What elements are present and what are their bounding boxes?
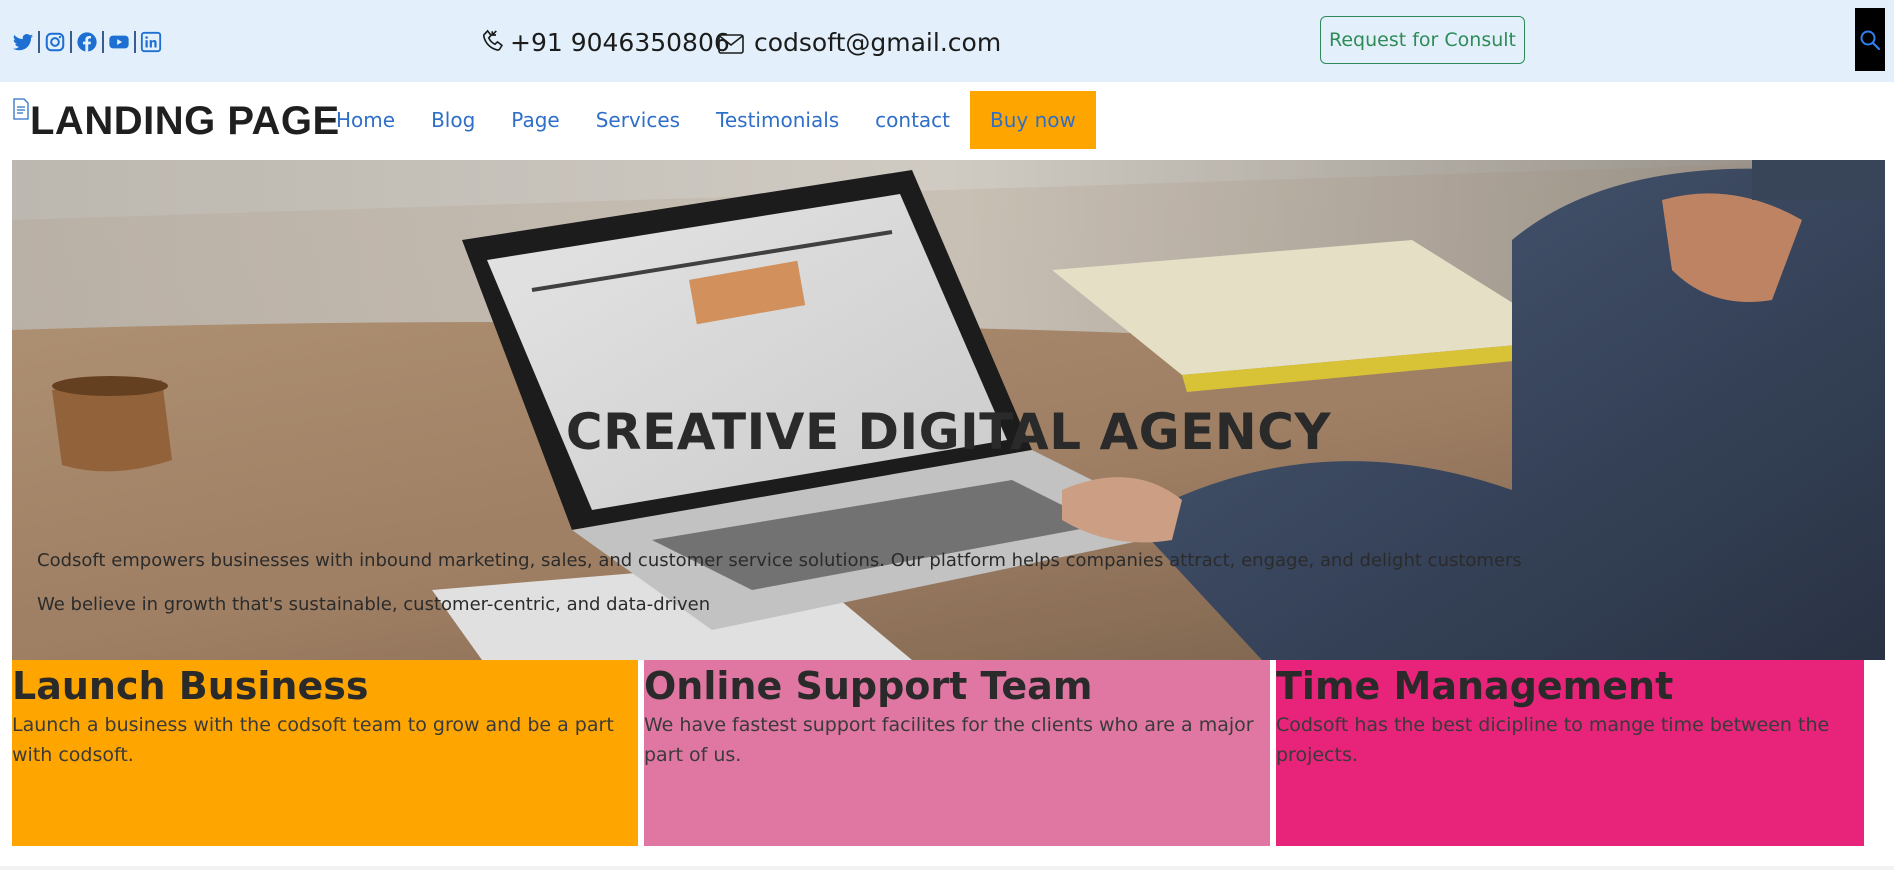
phone-icon <box>482 29 504 51</box>
divider <box>102 31 104 53</box>
request-consult-button[interactable]: Request for Consult <box>1320 16 1525 64</box>
hero-tagline: We believe in growth that's sustainable,… <box>37 594 711 615</box>
feature-card-online-support: Online Support Team We have fastest supp… <box>644 660 1270 846</box>
feature-card-time-management: Time Management Codsoft has the best dic… <box>1276 660 1864 846</box>
search-button[interactable] <box>1855 8 1885 71</box>
nav-links: Home Blog Page Services Testimonials con… <box>318 91 1096 149</box>
feature-title: Launch Business <box>12 664 369 708</box>
nav-link-services[interactable]: Services <box>578 108 698 132</box>
feature-title: Online Support Team <box>644 664 1093 708</box>
youtube-icon[interactable] <box>107 30 131 54</box>
phone-contact[interactable]: +91 9046350806 <box>480 26 730 58</box>
facebook-icon[interactable] <box>75 30 99 54</box>
brand[interactable]: LANDING PAGE <box>12 96 340 146</box>
phone-number: +91 9046350806 <box>510 27 730 57</box>
feature-title: Time Management <box>1276 664 1674 708</box>
page-bottom-border <box>0 866 1894 870</box>
divider <box>70 31 72 53</box>
feature-card-launch-business: Launch Business Launch a business with t… <box>12 660 638 846</box>
nav-link-blog[interactable]: Blog <box>413 108 493 132</box>
social-links <box>11 30 163 54</box>
twitter-icon[interactable] <box>11 30 35 54</box>
nav-link-testimonials[interactable]: Testimonials <box>698 108 857 132</box>
divider <box>134 31 136 53</box>
divider <box>38 31 40 53</box>
nav-link-contact[interactable]: contact <box>857 108 968 132</box>
hero-banner: CREATIVE DIGITAL AGENCY Codsoft empowers… <box>12 160 1885 660</box>
hero-title: CREATIVE DIGITAL AGENCY <box>565 403 1332 461</box>
linkedin-icon[interactable] <box>139 30 163 54</box>
envelope-icon <box>718 34 744 54</box>
hero-description: Codsoft empowers businesses with inbound… <box>37 550 1522 571</box>
buy-now-button[interactable]: Buy now <box>970 91 1096 149</box>
email-contact[interactable]: codsoft@gmail.com <box>718 26 1001 58</box>
instagram-icon[interactable] <box>43 30 67 54</box>
top-contact-bar: +91 9046350806 codsoft@gmail.com Request… <box>0 0 1894 82</box>
search-icon <box>1860 30 1881 51</box>
feature-text: Launch a business with the codsoft team … <box>12 714 614 766</box>
nav-link-home[interactable]: Home <box>318 108 413 132</box>
feature-text: We have fastest support facilites for th… <box>644 714 1254 766</box>
main-navbar: LANDING PAGE Home Blog Page Services Tes… <box>0 82 1894 160</box>
email-address: codsoft@gmail.com <box>754 27 1002 57</box>
brand-title: LANDING PAGE <box>30 99 340 143</box>
document-icon <box>13 98 29 120</box>
feature-text: Codsoft has the best dicipline to mange … <box>1276 714 1830 766</box>
nav-link-page[interactable]: Page <box>493 108 577 132</box>
